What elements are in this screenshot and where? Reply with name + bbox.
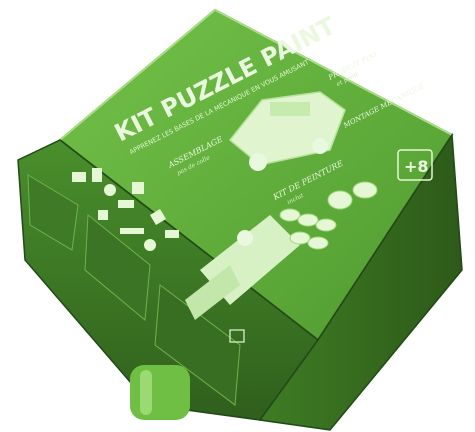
age-label: +8	[404, 157, 429, 176]
box-photo: KIT PUZZLE PAINT APPRENEZ LES BASES DE L…	[17, 8, 463, 431]
cylinder-highlight	[140, 370, 152, 415]
cylinder-object	[130, 365, 190, 420]
photo: KIT PUZZLE PAINT APPRENEZ LES BASES DE L…	[0, 0, 475, 432]
